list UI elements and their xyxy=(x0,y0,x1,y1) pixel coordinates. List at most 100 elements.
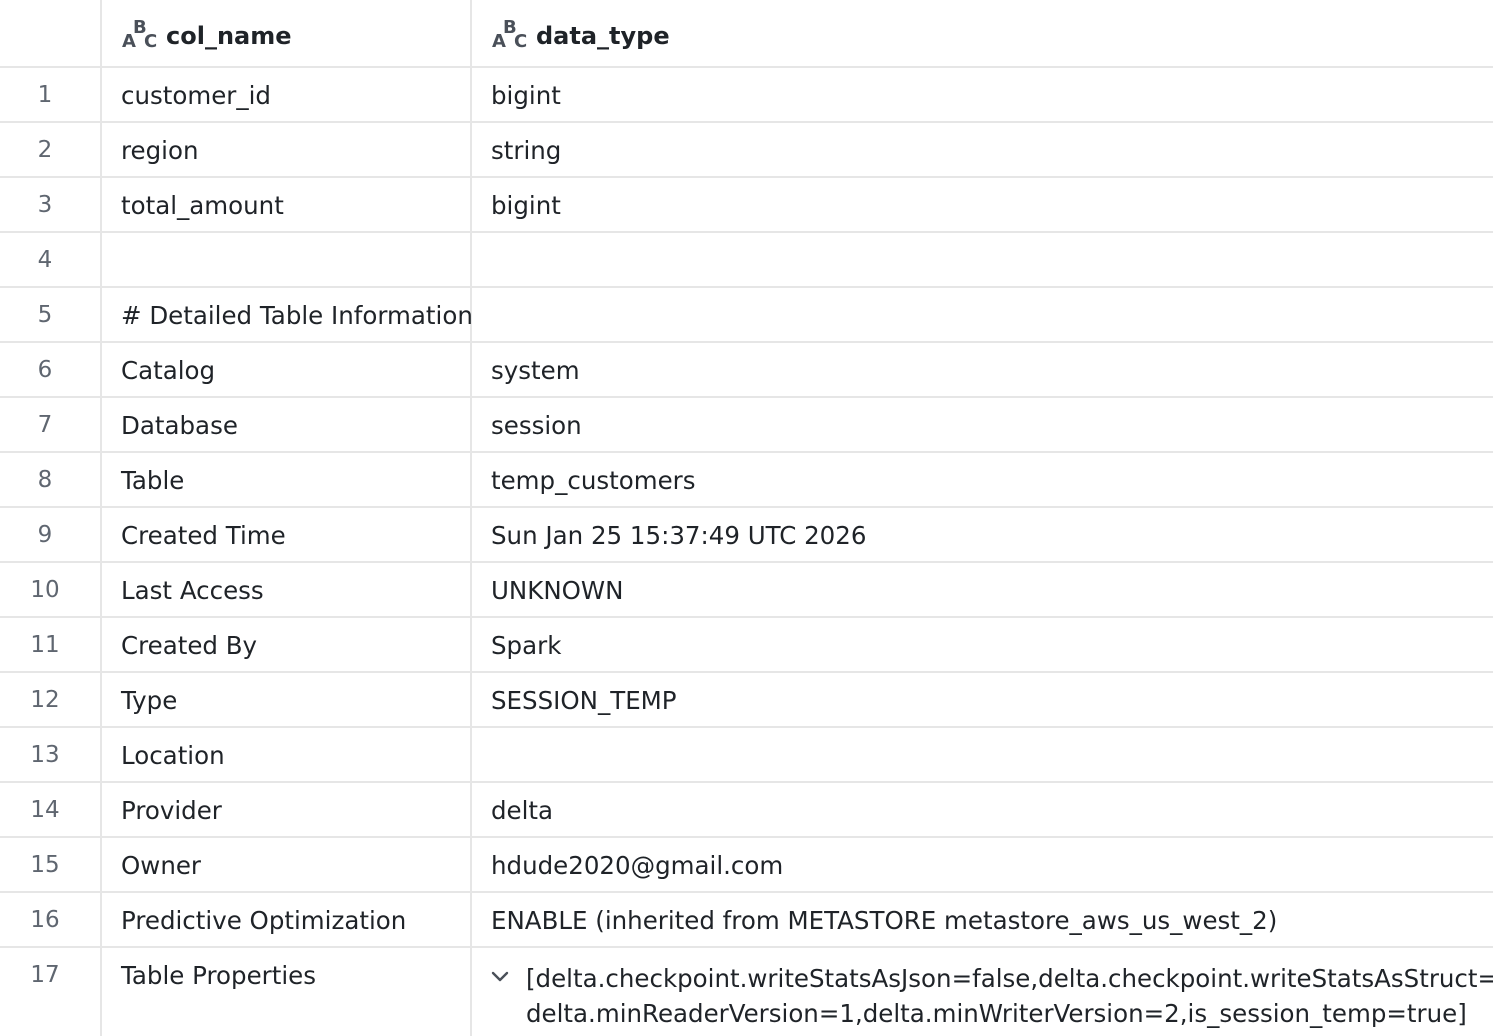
table-row: 6 Catalog system xyxy=(0,343,1493,398)
abc-string-type-icon: ABC xyxy=(492,17,528,52)
row-number-cell: 15 xyxy=(0,838,102,891)
data-type-cell[interactable]: Spark xyxy=(472,618,1493,671)
row-number-cell: 12 xyxy=(0,673,102,726)
cell-value: Database xyxy=(121,411,238,440)
col-name-cell[interactable]: Created Time xyxy=(102,508,472,561)
cell-value: Location xyxy=(121,741,225,770)
data-type-cell[interactable]: temp_customers xyxy=(472,453,1493,506)
row-number-cell: 16 xyxy=(0,893,102,946)
table-row: 8 Table temp_customers xyxy=(0,453,1493,508)
col-name-cell[interactable]: Location xyxy=(102,728,472,781)
col-name-cell[interactable]: # Detailed Table Information xyxy=(102,288,473,341)
row-number: 6 xyxy=(37,357,53,383)
row-number-header xyxy=(0,0,102,66)
col-name-cell[interactable]: Created By xyxy=(102,618,472,671)
row-number-cell: 8 xyxy=(0,453,102,506)
col-name-cell[interactable]: Database xyxy=(102,398,472,451)
table-row: 2 region string xyxy=(0,123,1493,178)
cell-value: Created By xyxy=(121,631,258,660)
table-properties-line: [delta.checkpoint.writeStatsAsJson=false… xyxy=(526,964,1493,993)
cell-value: customer_id xyxy=(121,81,271,110)
row-number: 14 xyxy=(30,797,60,823)
table-row: 11 Created By Spark xyxy=(0,618,1493,673)
row-number: 9 xyxy=(37,522,53,548)
row-number-cell: 13 xyxy=(0,728,102,781)
cell-value: system xyxy=(491,356,580,385)
row-number-cell: 1 xyxy=(0,68,102,121)
cell-value: Catalog xyxy=(121,356,216,385)
row-number: 2 xyxy=(37,137,53,163)
cell-value: # Detailed Table Information xyxy=(121,301,473,330)
data-type-cell[interactable] xyxy=(472,728,1493,781)
data-type-cell[interactable] xyxy=(472,233,1493,286)
row-number: 7 xyxy=(37,412,53,438)
data-type-cell[interactable]: string xyxy=(472,123,1493,176)
row-number-cell: 5 xyxy=(0,288,102,341)
row-number-cell: 10 xyxy=(0,563,102,616)
row-number: 12 xyxy=(30,687,60,713)
cell-value: bigint xyxy=(491,81,561,110)
col-name-cell[interactable]: Last Access xyxy=(102,563,472,616)
cell-value: Owner xyxy=(121,851,201,880)
row-number-cell: 9 xyxy=(0,508,102,561)
row-number: 13 xyxy=(30,742,60,768)
row-number: 11 xyxy=(30,632,60,658)
data-type-cell[interactable]: UNKNOWN xyxy=(472,563,1493,616)
col-name-cell[interactable]: Catalog xyxy=(102,343,472,396)
cell-value: string xyxy=(491,136,562,165)
row-number: 17 xyxy=(30,962,60,988)
data-type-cell[interactable]: bigint xyxy=(472,68,1493,121)
table-row: 16 Predictive Optimization ENABLE (inherit… xyxy=(0,893,1493,948)
cell-value: session xyxy=(491,411,582,440)
cell-value: region xyxy=(121,136,199,165)
row-number: 16 xyxy=(30,907,60,933)
row-number-cell: 17 xyxy=(0,948,102,1036)
cell-value: delta xyxy=(491,796,554,825)
data-type-cell[interactable]: [delta.checkpoint.writeStatsAsJson=false… xyxy=(472,948,1493,1036)
col-name-cell[interactable]: Provider xyxy=(102,783,472,836)
data-type-cell[interactable]: delta xyxy=(472,783,1493,836)
row-number: 4 xyxy=(37,247,53,273)
data-type-cell[interactable]: bigint xyxy=(472,178,1493,231)
table-row: 12 Type SESSION_TEMP xyxy=(0,673,1493,728)
column-header-col-name[interactable]: ABC col_name xyxy=(102,0,472,66)
cell-value: total_amount xyxy=(121,191,284,220)
cell-value: Sun Jan 25 15:37:49 UTC 2026 xyxy=(491,521,867,550)
data-type-cell[interactable]: hdude2020@gmail.com xyxy=(472,838,1493,891)
chevron-down-icon[interactable] xyxy=(489,968,511,986)
table-row: 15 Owner hdude2020@gmail.com xyxy=(0,838,1493,893)
cell-value: Type xyxy=(121,686,178,715)
cell-value: SESSION_TEMP xyxy=(491,686,677,715)
row-number: 3 xyxy=(37,192,53,218)
col-name-cell[interactable] xyxy=(102,233,472,286)
col-name-cell[interactable]: total_amount xyxy=(102,178,472,231)
data-type-cell[interactable]: session xyxy=(472,398,1493,451)
row-number-cell: 3 xyxy=(0,178,102,231)
cell-value: Spark xyxy=(491,631,562,660)
cell-value: Predictive Optimization xyxy=(121,906,407,935)
cell-value: temp_customers xyxy=(491,466,696,495)
row-number-cell: 11 xyxy=(0,618,102,671)
cell-value: Provider xyxy=(121,796,222,825)
col-name-cell[interactable]: Type xyxy=(102,673,472,726)
col-name-cell[interactable]: customer_id xyxy=(102,68,472,121)
col-name-cell[interactable]: Table xyxy=(102,453,472,506)
column-header-label: data_type xyxy=(536,22,670,50)
row-number: 10 xyxy=(30,577,60,603)
column-header-data-type[interactable]: ABC data_type xyxy=(472,0,1493,66)
col-name-cell[interactable]: Owner xyxy=(102,838,472,891)
row-number: 5 xyxy=(37,302,53,328)
col-name-cell[interactable]: region xyxy=(102,123,472,176)
data-type-cell[interactable]: SESSION_TEMP xyxy=(472,673,1493,726)
col-name-cell[interactable]: Table Properties xyxy=(102,948,472,1036)
table-row: 7 Database session xyxy=(0,398,1493,453)
row-number-cell: 6 xyxy=(0,343,102,396)
col-name-cell[interactable]: Predictive Optimization xyxy=(102,893,472,946)
cell-value: ENABLE (inherited from METASTORE metasto… xyxy=(491,906,1278,935)
data-type-cell[interactable] xyxy=(472,288,1493,341)
data-type-cell[interactable]: Sun Jan 25 15:37:49 UTC 2026 xyxy=(472,508,1493,561)
data-type-cell[interactable]: system xyxy=(472,343,1493,396)
row-number-cell: 7 xyxy=(0,398,102,451)
table-row: 4 xyxy=(0,233,1493,288)
data-type-cell[interactable]: ENABLE (inherited from METASTORE metasto… xyxy=(472,893,1493,946)
